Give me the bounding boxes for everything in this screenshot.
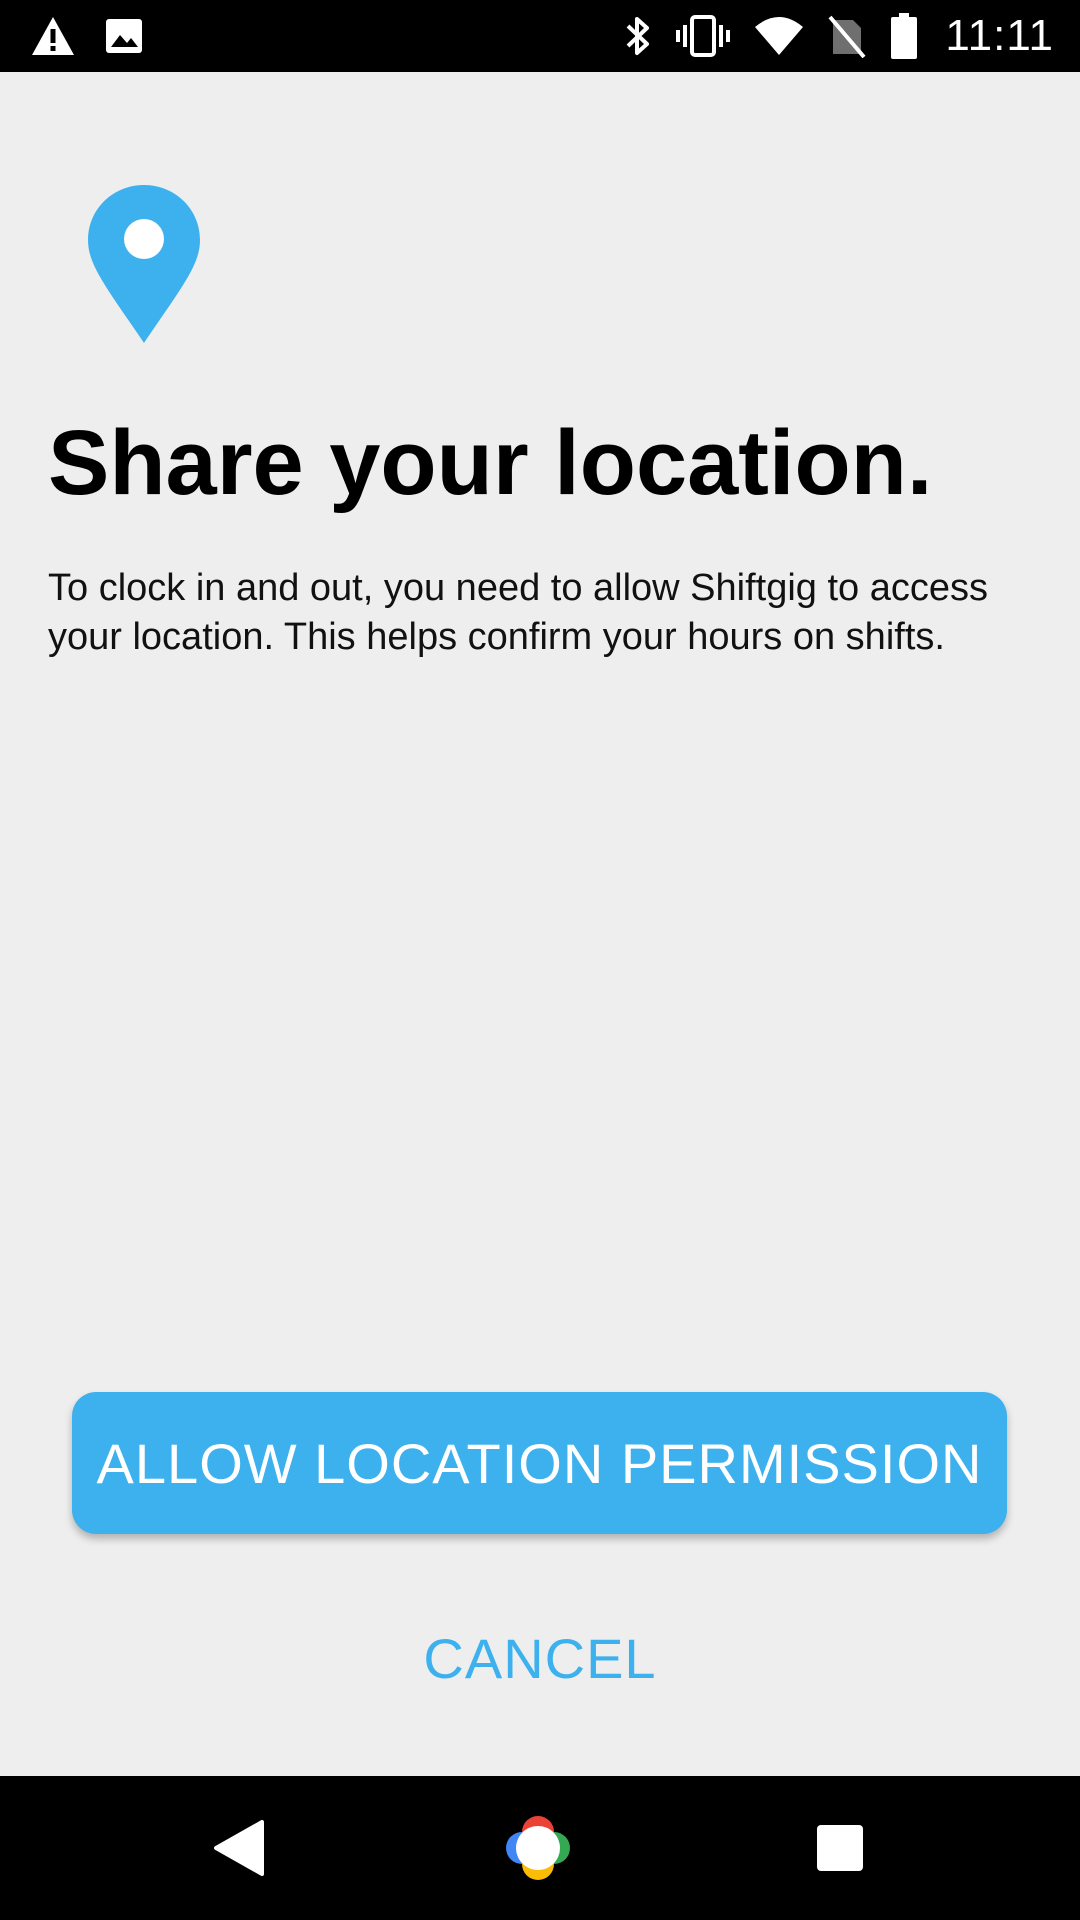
status-bar: 11:11	[0, 0, 1080, 72]
no-sim-icon	[828, 15, 866, 58]
home-icon	[506, 1816, 570, 1880]
permission-description: To clock in and out, you need to allow S…	[48, 567, 988, 658]
home-button[interactable]	[488, 1798, 588, 1898]
location-pin-icon	[88, 185, 200, 343]
status-clock: 11:11	[945, 11, 1054, 60]
cancel-button[interactable]: CANCEL	[340, 1616, 740, 1700]
image-icon	[106, 19, 142, 53]
notification-icons	[30, 14, 144, 58]
recents-button[interactable]	[790, 1798, 890, 1898]
back-icon	[214, 1820, 264, 1876]
system-status-icons: 11:11	[623, 10, 1054, 62]
back-button[interactable]	[190, 1798, 290, 1898]
battery-icon	[891, 13, 918, 59]
page-title: Share your location.	[48, 412, 933, 514]
warning-icon	[32, 17, 74, 55]
allow-location-permission-button[interactable]: ALLOW LOCATION PERMISSION	[72, 1392, 1007, 1534]
location-permission-screen: 11:11 Share your location. To clock in a…	[0, 0, 1080, 1920]
wifi-icon	[755, 17, 804, 55]
navigation-bar	[0, 1776, 1080, 1920]
vibrate-icon	[676, 15, 731, 57]
bluetooth-icon	[627, 17, 650, 55]
recents-icon	[817, 1825, 863, 1871]
